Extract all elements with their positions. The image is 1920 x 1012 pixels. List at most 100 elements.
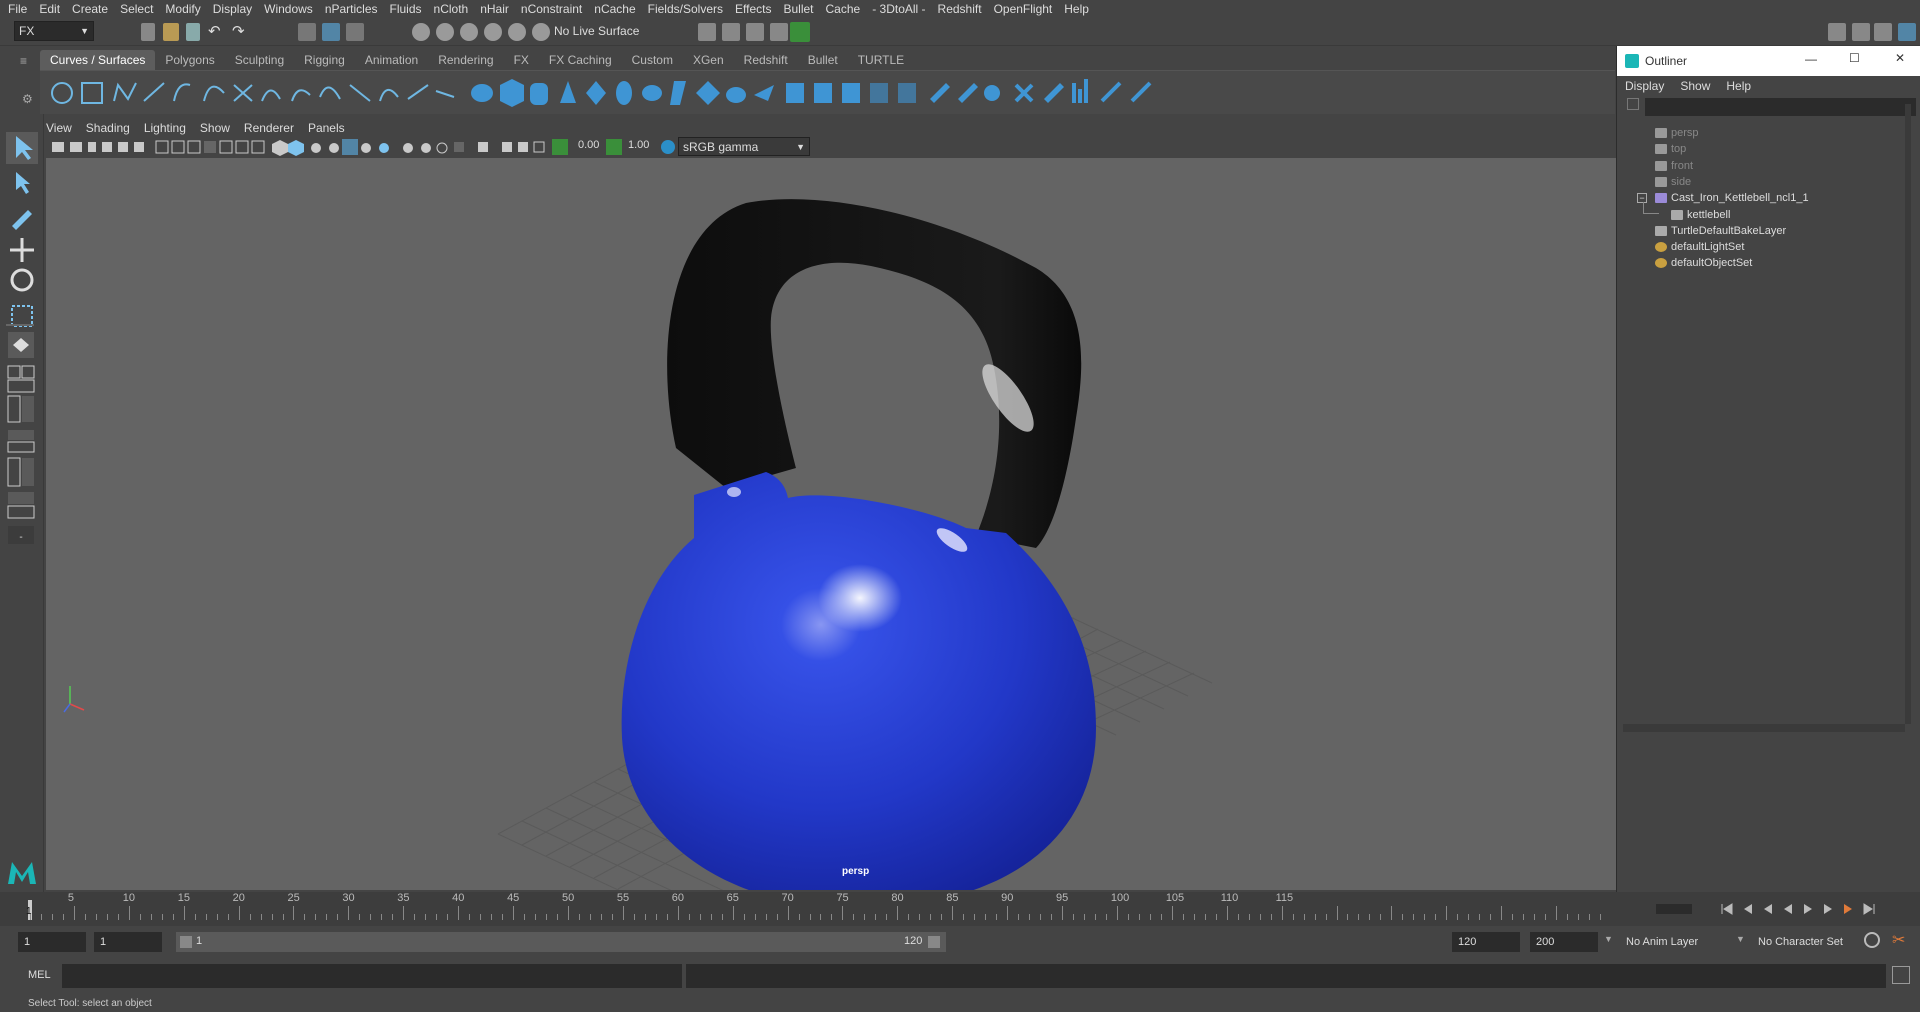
menu-fields-solvers[interactable]: Fields/Solvers (648, 2, 731, 16)
anim-layer-dropdown[interactable]: No Anim Layer (1620, 932, 1732, 952)
shelf-tab-redshift[interactable]: Redshift (734, 50, 798, 70)
chevron-down-icon[interactable]: ▼ (1736, 934, 1745, 944)
menu-nconstraint[interactable]: nConstraint (521, 2, 590, 16)
menu-fluids[interactable]: Fluids (390, 2, 430, 16)
menuset-dropdown[interactable]: FX ▼ (14, 21, 94, 41)
viewport-menu-lighting[interactable]: Lighting (144, 121, 186, 135)
snap-surface-icon[interactable] (508, 23, 526, 41)
script-editor-icon[interactable] (1892, 966, 1910, 984)
shelf-tab-bullet[interactable]: Bullet (798, 50, 848, 70)
live-surface-field[interactable]: No Live Surface (550, 21, 646, 41)
outliner-item[interactable]: kettlebell (1617, 201, 1907, 224)
shelf-tab-rendering[interactable]: Rendering (428, 50, 503, 70)
range-handle-start[interactable] (180, 936, 192, 948)
select-object-icon[interactable] (322, 23, 340, 41)
shelf-tab-animation[interactable]: Animation (355, 50, 428, 70)
menu-select[interactable]: Select (120, 2, 161, 16)
maximize-icon[interactable]: ☐ (1849, 51, 1860, 65)
snap-curve-icon[interactable] (436, 23, 454, 41)
shelf-settings-icon[interactable]: ⚙ (22, 92, 33, 106)
playback-start-field[interactable]: 1 (94, 932, 162, 952)
outliner-scrollbar[interactable] (1905, 104, 1911, 724)
outliner-item[interactable]: − Cast_Iron_Kettlebell_ncl1_1 (1617, 189, 1907, 207)
shelf-tab-curves-surfaces[interactable]: Curves / Surfaces (40, 50, 156, 70)
menu-nparticles[interactable]: nParticles (325, 2, 386, 16)
redo-icon[interactable]: ↷ (232, 22, 245, 40)
menu-create[interactable]: Create (72, 2, 116, 16)
outliner-item[interactable]: defaultObjectSet (1617, 254, 1907, 272)
close-icon[interactable]: ✕ (1895, 51, 1905, 65)
shelf-tab-polygons[interactable]: Polygons (155, 50, 224, 70)
menu-nhair[interactable]: nHair (480, 2, 517, 16)
playback-end-field[interactable]: 120 (1452, 932, 1520, 952)
render-current-icon[interactable] (722, 23, 740, 41)
menu-file[interactable]: File (8, 2, 35, 16)
menu-edit[interactable]: Edit (39, 2, 68, 16)
time-slider[interactable]: 1 5 10 15 20 25 30 35 40 45 50 55 60 65 70 75 80 85 90 95 1… (0, 892, 1920, 926)
character-set-dropdown[interactable]: No Character Set (1752, 932, 1864, 952)
shelf-menu-icon[interactable]: ≡ (20, 54, 27, 68)
exposure-value[interactable]: 0.00 (578, 139, 604, 155)
menu-modify[interactable]: Modify (165, 2, 208, 16)
shelf-tab-fx[interactable]: FX (504, 50, 539, 70)
filter-icon[interactable] (1627, 98, 1639, 110)
shelf-tab-sculpting[interactable]: Sculpting (225, 50, 294, 70)
menu-ncache[interactable]: nCache (594, 2, 643, 16)
hypershade-icon[interactable] (790, 22, 810, 42)
shelf-tab-turtle[interactable]: TURTLE (848, 50, 914, 70)
menu-display[interactable]: Display (213, 2, 260, 16)
outliner-item[interactable]: persp (1617, 124, 1907, 142)
menu--3dtoall-[interactable]: - 3DtoAll - (872, 2, 933, 16)
scene-start-field[interactable]: 1 (18, 932, 86, 952)
outliner-item[interactable]: front (1617, 157, 1907, 175)
shelf-tab-custom[interactable]: Custom (622, 50, 683, 70)
range-handle-end[interactable] (928, 936, 940, 948)
menu-bullet[interactable]: Bullet (783, 2, 821, 16)
render-settings-icon[interactable] (770, 23, 788, 41)
snap-vertex-icon[interactable] (532, 23, 550, 41)
gamma-value[interactable]: 1.00 (628, 139, 654, 155)
viewport-menu-show[interactable]: Show (200, 121, 230, 135)
range-slider[interactable]: 1 120 (176, 932, 946, 952)
shelf-tab-rigging[interactable]: Rigging (294, 50, 355, 70)
menu-windows[interactable]: Windows (264, 2, 321, 16)
tool-settings-icon[interactable] (1874, 23, 1892, 41)
save-scene-icon[interactable] (186, 23, 200, 41)
menu-help[interactable]: Help (1064, 2, 1097, 16)
select-hierarchy-icon[interactable] (298, 23, 316, 41)
menu-openflight[interactable]: OpenFlight (994, 2, 1061, 16)
snap-view-icon[interactable] (484, 23, 502, 41)
open-scene-icon[interactable] (163, 23, 179, 41)
render-view-icon[interactable] (698, 23, 716, 41)
viewport-menu-shading[interactable]: Shading (86, 121, 130, 135)
select-component-icon[interactable] (346, 23, 364, 41)
ipr-render-icon[interactable] (746, 23, 764, 41)
outliner-menu-help[interactable]: Help (1726, 79, 1751, 93)
viewport-menu-view[interactable]: View (46, 121, 72, 135)
chevron-down-icon[interactable]: ▼ (1604, 934, 1613, 944)
viewport-menu-panels[interactable]: Panels (308, 121, 345, 135)
new-scene-icon[interactable] (141, 23, 155, 41)
snap-point-icon[interactable] (460, 23, 478, 41)
menu-effects[interactable]: Effects (735, 2, 779, 16)
viewport-menu-renderer[interactable]: Renderer (244, 121, 294, 135)
outliner-search-input[interactable] (1645, 98, 1916, 116)
perspective-viewport[interactable]: persp (46, 158, 1616, 890)
undo-icon[interactable]: ↶ (208, 22, 221, 40)
outliner-item[interactable]: TurtleDefaultBakeLayer (1617, 222, 1907, 240)
outliner-hscrollbar[interactable] (1623, 724, 1905, 732)
outliner-item[interactable]: top (1617, 140, 1907, 158)
snap-grid-icon[interactable] (412, 23, 430, 41)
menu-redshift[interactable]: Redshift (938, 2, 990, 16)
modeling-toolkit-icon[interactable] (1828, 23, 1846, 41)
outliner-item[interactable]: side (1617, 173, 1907, 191)
command-input[interactable] (62, 964, 682, 988)
outliner-menu-display[interactable]: Display (1625, 79, 1664, 93)
outliner-menu-show[interactable]: Show (1680, 79, 1710, 93)
command-language-label[interactable]: MEL (28, 969, 51, 981)
attribute-editor-icon[interactable] (1852, 23, 1870, 41)
menu-ncloth[interactable]: nCloth (434, 2, 477, 16)
animation-preferences-icon[interactable]: ✂ (1892, 930, 1905, 950)
menu-cache[interactable]: Cache (826, 2, 869, 16)
outliner-item[interactable]: defaultLightSet (1617, 238, 1907, 256)
